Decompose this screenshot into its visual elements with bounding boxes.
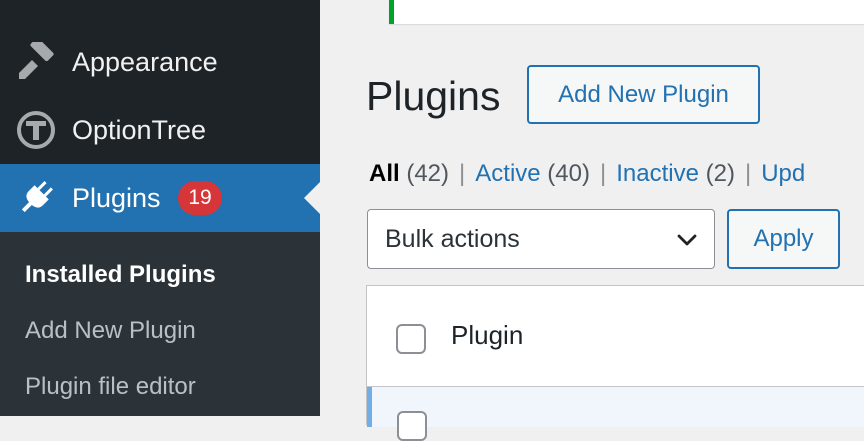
table-header: Plugin xyxy=(367,286,864,387)
paintbrush-icon xyxy=(16,37,56,82)
sidebar-item-plugins[interactable]: Plugins 19 xyxy=(0,164,320,232)
filter-all[interactable]: All xyxy=(369,160,400,187)
page-title: Plugins xyxy=(366,73,501,119)
table-row xyxy=(367,387,864,441)
filter-active[interactable]: Active xyxy=(475,160,540,187)
optiontree-logo-icon xyxy=(16,110,56,150)
sidebar-item-label: Plugins xyxy=(72,182,161,213)
sidebar-item-appearance[interactable]: Appearance xyxy=(0,28,320,96)
admin-sidebar: Appearance OptionTree Plugins 19 Install… xyxy=(0,0,320,416)
sidebar-item-label: Appearance xyxy=(72,46,218,77)
current-menu-arrow xyxy=(304,182,320,214)
submenu-item-plugin-file-editor[interactable]: Plugin file editor xyxy=(25,373,196,401)
apply-button[interactable]: Apply xyxy=(727,209,840,269)
filter-separator: | xyxy=(744,160,752,187)
filter-all-count: (42) xyxy=(406,160,450,187)
filter-separator: | xyxy=(599,160,607,187)
select-all-checkbox[interactable] xyxy=(396,324,426,354)
plugins-table: Plugin xyxy=(366,285,864,441)
column-header-plugin[interactable]: Plugin xyxy=(451,320,523,351)
sidebar-item-optiontree[interactable]: OptionTree xyxy=(0,96,320,164)
admin-notice xyxy=(389,0,864,24)
add-new-plugin-button[interactable]: Add New Plugin xyxy=(527,65,760,124)
filter-active-count: (40) xyxy=(547,160,590,187)
chevron-down-icon xyxy=(676,229,698,251)
submenu-item-add-new-plugin[interactable]: Add New Plugin xyxy=(25,317,196,345)
sidebar-item-label: OptionTree xyxy=(72,114,207,145)
plug-icon xyxy=(16,178,56,218)
plugin-status-filters: All (42) | Active (40) | Inactive (2) | Upd xyxy=(369,160,805,188)
plugins-submenu: Installed Plugins Add New Plugin Plugin … xyxy=(0,232,320,416)
filter-inactive[interactable]: Inactive xyxy=(616,160,699,187)
update-count-badge: 19 xyxy=(178,181,222,215)
filter-inactive-count: (2) xyxy=(705,160,735,187)
filter-update-available[interactable]: Upd xyxy=(761,160,805,187)
submenu-item-installed-plugins[interactable]: Installed Plugins xyxy=(25,261,216,289)
bulk-actions-value: Bulk actions xyxy=(385,225,520,253)
filter-separator: | xyxy=(459,160,466,187)
bulk-actions-select[interactable]: Bulk actions xyxy=(367,209,715,269)
